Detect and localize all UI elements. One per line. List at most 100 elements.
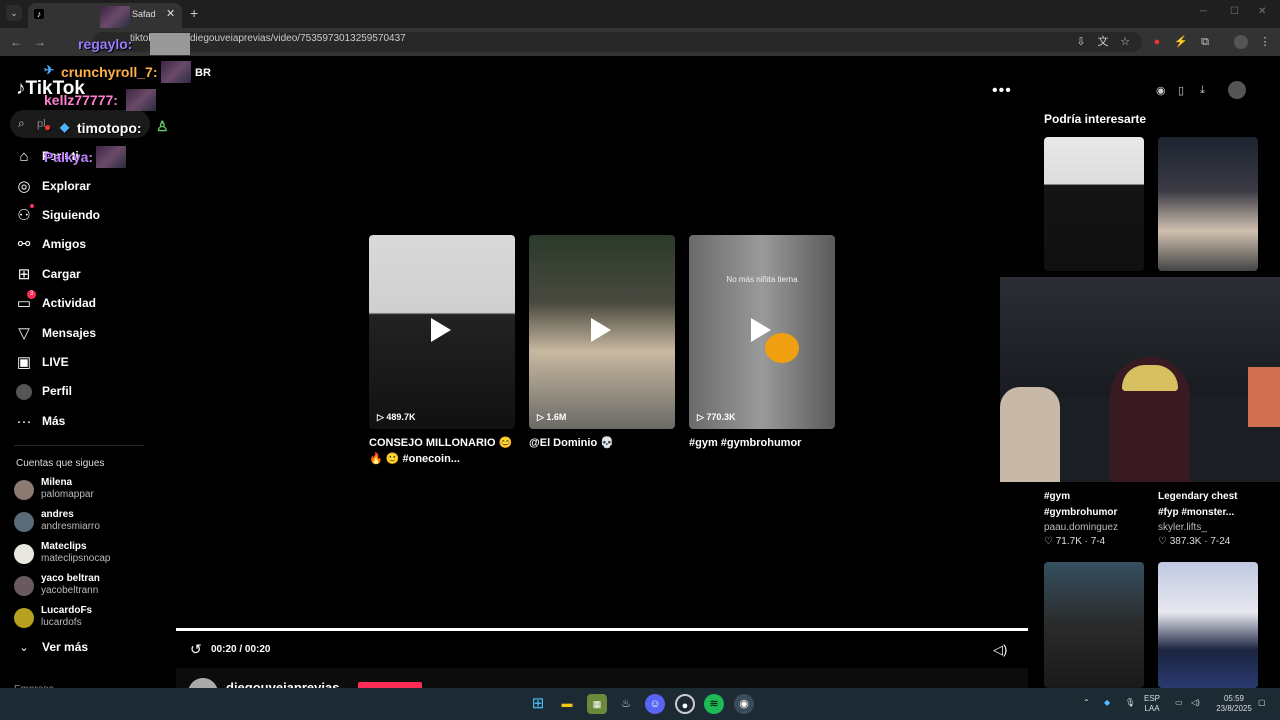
profile-avatar[interactable]	[1234, 35, 1248, 49]
maximize-button[interactable]: ☐	[1230, 6, 1239, 17]
see-more-label: Ver más	[42, 640, 89, 654]
compass-icon[interactable]: ◉	[1156, 84, 1166, 97]
chat-username: kellz77777:	[44, 92, 118, 108]
account-item[interactable]: LucardoFs lucardofs	[14, 605, 164, 635]
replay-icon[interactable]: ↺	[190, 641, 202, 658]
app-icon[interactable]: ▦	[587, 694, 607, 714]
chat-badge-icon: ●	[44, 120, 52, 134]
account-item[interactable]: yaco beltran yacobeltrann	[14, 573, 164, 603]
chat-username: timotopo:	[77, 120, 142, 136]
progress-bar[interactable]	[176, 628, 1028, 631]
nav-following[interactable]: ⚇ Siguiendo	[14, 204, 154, 228]
messages-icon: ▽	[18, 325, 30, 342]
caption-line: #gym #gymbrohumor	[689, 437, 802, 449]
view-count: ▷ 1.6M	[537, 412, 566, 423]
obs-icon[interactable]: ●	[675, 694, 695, 714]
suggested-caption[interactable]: #gym #gymbrohumor	[1044, 489, 1117, 521]
end-card-caption[interactable]: #gym #gymbrohumor	[689, 435, 801, 451]
suggested-video-thumbnail[interactable]	[1158, 137, 1258, 271]
download-icon[interactable]: ⤓	[1200, 84, 1205, 97]
tiktok-logo-icon: ♪	[16, 78, 26, 99]
chat-emote	[150, 33, 190, 55]
layout-code: LAA	[1144, 704, 1160, 713]
account-name: Mateclips	[41, 541, 87, 552]
close-window-button[interactable]: ✕	[1258, 6, 1266, 17]
nav-messages[interactable]: ▽ Mensajes	[14, 322, 154, 346]
more-options-icon[interactable]: •••	[992, 82, 1012, 100]
user-avatar[interactable]	[1228, 81, 1246, 99]
translate-icon[interactable]: 文	[1096, 35, 1110, 49]
upload-icon: ⊞	[17, 266, 31, 283]
nav-activity[interactable]: ▭ 3 Actividad	[14, 290, 154, 316]
account-item[interactable]: Mateclips mateclipsnocap	[14, 541, 164, 571]
extension-icon[interactable]: ⚡	[1174, 35, 1188, 49]
chat-badge-icon: ✈	[44, 63, 55, 77]
tab-search-button[interactable]: ⌄	[6, 5, 22, 21]
extensions-puzzle-icon[interactable]: ⧉	[1198, 35, 1212, 49]
notification-icon[interactable]: ▢	[1258, 698, 1266, 708]
install-app-icon[interactable]: ⇩	[1074, 35, 1088, 49]
windows-start-icon[interactable]: ⊞	[528, 694, 548, 714]
clock[interactable]: 05:59 23/8/2025	[1212, 694, 1256, 714]
search-icon: ⌕	[18, 116, 25, 130]
tiktok-favicon-icon: ♪	[34, 9, 44, 19]
forward-button[interactable]: →	[34, 35, 46, 49]
nav-more[interactable]: ··· Más	[14, 410, 154, 434]
suggested-video-thumbnail[interactable]	[1044, 562, 1144, 688]
chevron-up-icon[interactable]: ⌃	[1083, 698, 1090, 708]
chat-emote	[126, 89, 156, 111]
suggested-title: Podría interesarte	[1044, 112, 1147, 126]
suggested-caption[interactable]: Legendary chest #fyp #monster...	[1158, 489, 1237, 521]
minimize-button[interactable]: ─	[1200, 6, 1207, 17]
tab-close-icon[interactable]: ✕	[166, 7, 175, 20]
caption-line: @El Dominio 💀	[529, 437, 614, 449]
nav-profile[interactable]: Perfil	[14, 380, 154, 404]
clock-date: 23/8/2025	[1216, 704, 1252, 713]
nav-live[interactable]: ▣ LIVE	[14, 351, 154, 375]
avatar	[14, 576, 34, 596]
chrome-icon[interactable]: ◉	[734, 694, 754, 714]
nav-friends[interactable]: ⚯ Amigos	[14, 233, 154, 257]
see-more-button[interactable]: ⌄ Ver más	[14, 636, 154, 660]
browser-menu-icon[interactable]: ⋮	[1258, 35, 1272, 49]
suggested-video-thumbnail[interactable]	[1044, 137, 1144, 271]
new-tab-button[interactable]: +	[190, 5, 198, 21]
end-card-video[interactable]: No más niñita tierna ▷ 770.3K	[689, 235, 835, 429]
bookmark-star-icon[interactable]: ☆	[1118, 35, 1132, 49]
nav-label: Explorar	[42, 179, 91, 193]
microphone-icon[interactable]: 🎙	[1125, 698, 1135, 708]
security-icon[interactable]: ◆	[1104, 698, 1110, 708]
file-explorer-icon[interactable]: ▬	[557, 694, 577, 714]
discord-icon[interactable]: ☺	[645, 694, 665, 714]
account-item[interactable]: Milena palomappar	[14, 477, 164, 507]
account-name: LucardoFs	[41, 605, 93, 616]
streamer-webcam-overlay	[1000, 277, 1280, 482]
chat-username: Palkya:	[44, 149, 94, 165]
extension-icon[interactable]: ●	[1150, 35, 1164, 49]
live-icon: ▣	[16, 354, 32, 371]
nav-label: Actividad	[42, 296, 97, 310]
back-button[interactable]: ←	[10, 35, 22, 49]
steam-icon[interactable]: ♨	[616, 694, 636, 714]
device-icon[interactable]: ▯	[1178, 84, 1184, 97]
heart-icon: ♡	[1044, 536, 1056, 547]
nav-explore[interactable]: ◎ Explorar	[14, 175, 154, 199]
volume-icon[interactable]: ◁)	[1191, 698, 1200, 708]
spotify-icon[interactable]: ≋	[704, 694, 724, 714]
avatar	[14, 512, 34, 532]
end-card-caption[interactable]: @El Dominio 💀	[529, 435, 614, 451]
account-handle: yacobeltrann	[41, 585, 99, 596]
volume-icon[interactable]: ◁)	[993, 642, 1007, 658]
nav-upload[interactable]: ⊞ Cargar	[14, 263, 154, 287]
account-item[interactable]: andres andresmiarro	[14, 509, 164, 539]
suggested-author[interactable]: skyler.lifts_	[1158, 522, 1207, 533]
end-card-video[interactable]: ▷ 1.6M	[529, 235, 675, 429]
end-card-video[interactable]: ▷ 489.7K	[369, 235, 515, 429]
browser-tabbar: ⌄ ♪ Safad ✕ + ─ ☐ ✕	[0, 0, 1280, 28]
network-icon[interactable]: ▭	[1175, 698, 1183, 708]
suggested-video-thumbnail[interactable]	[1158, 562, 1258, 688]
suggested-author[interactable]: paau.dominguez	[1044, 522, 1118, 533]
end-card-caption[interactable]: CONSEJO MILLONARIO 😊 🔥 🙂 #onecoin...	[369, 435, 512, 467]
nav-label: Más	[42, 414, 66, 428]
language-indicator[interactable]: ESP LAA	[1144, 694, 1160, 714]
